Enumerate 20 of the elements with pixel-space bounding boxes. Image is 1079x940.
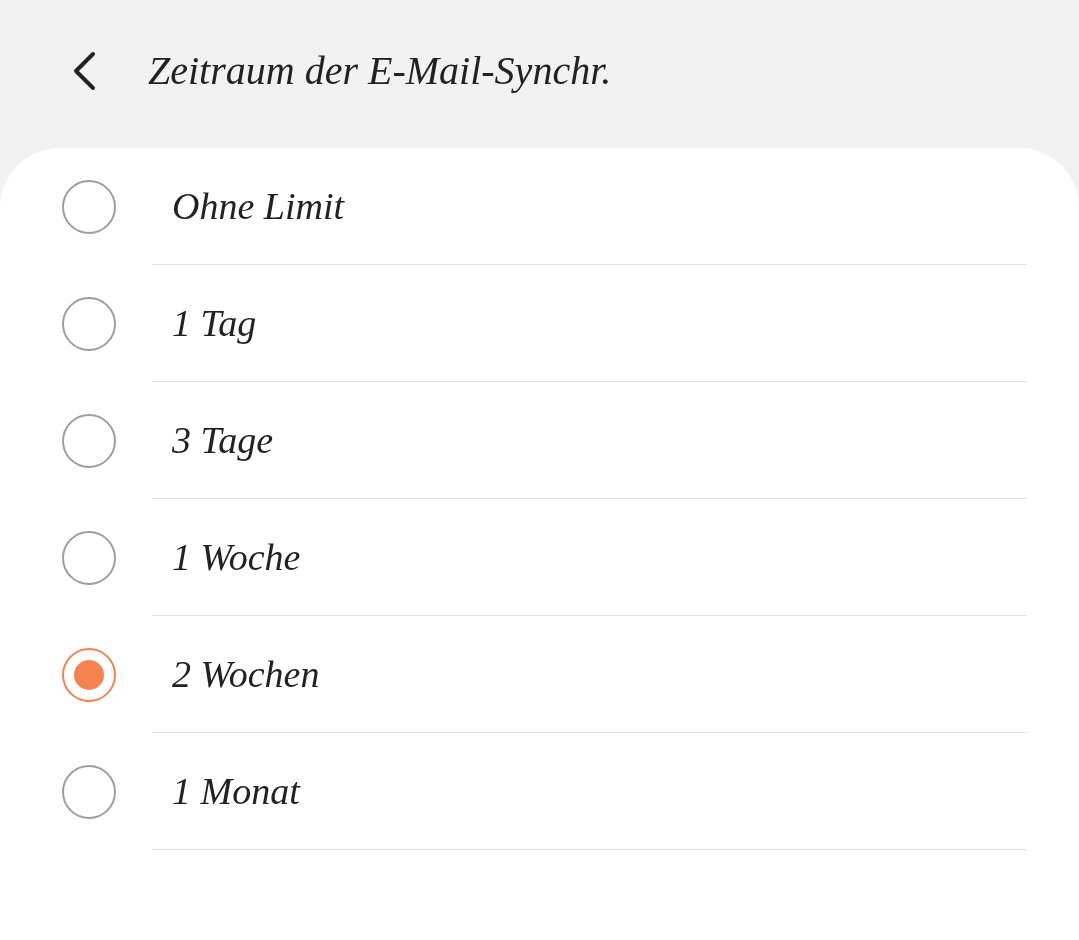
option-row[interactable]: 1 Tag xyxy=(0,265,1079,382)
option-row[interactable]: 1 Woche xyxy=(0,499,1079,616)
option-row[interactable]: 3 Tage xyxy=(0,382,1079,499)
radio-button[interactable] xyxy=(62,764,116,819)
option-label: 1 Tag xyxy=(172,300,257,346)
option-row[interactable]: Ohne Limit xyxy=(0,148,1079,265)
option-row[interactable]: 2 Wochen xyxy=(0,616,1079,733)
option-label: 1 Monat xyxy=(172,768,300,814)
option-row[interactable]: 1 Monat xyxy=(0,733,1079,850)
radio-button[interactable] xyxy=(62,647,116,702)
option-label: 2 Wochen xyxy=(172,651,320,697)
back-icon xyxy=(71,51,97,91)
radio-button[interactable] xyxy=(62,530,116,585)
option-label: 3 Tage xyxy=(172,417,273,463)
radio-button[interactable] xyxy=(62,296,116,351)
radio-button[interactable] xyxy=(62,413,116,468)
option-label: Ohne Limit xyxy=(172,183,345,229)
option-label: 1 Woche xyxy=(172,534,301,580)
screen-title: Zeitraum der E-Mail-Synchr. xyxy=(148,47,612,95)
radio-button[interactable] xyxy=(62,179,116,234)
